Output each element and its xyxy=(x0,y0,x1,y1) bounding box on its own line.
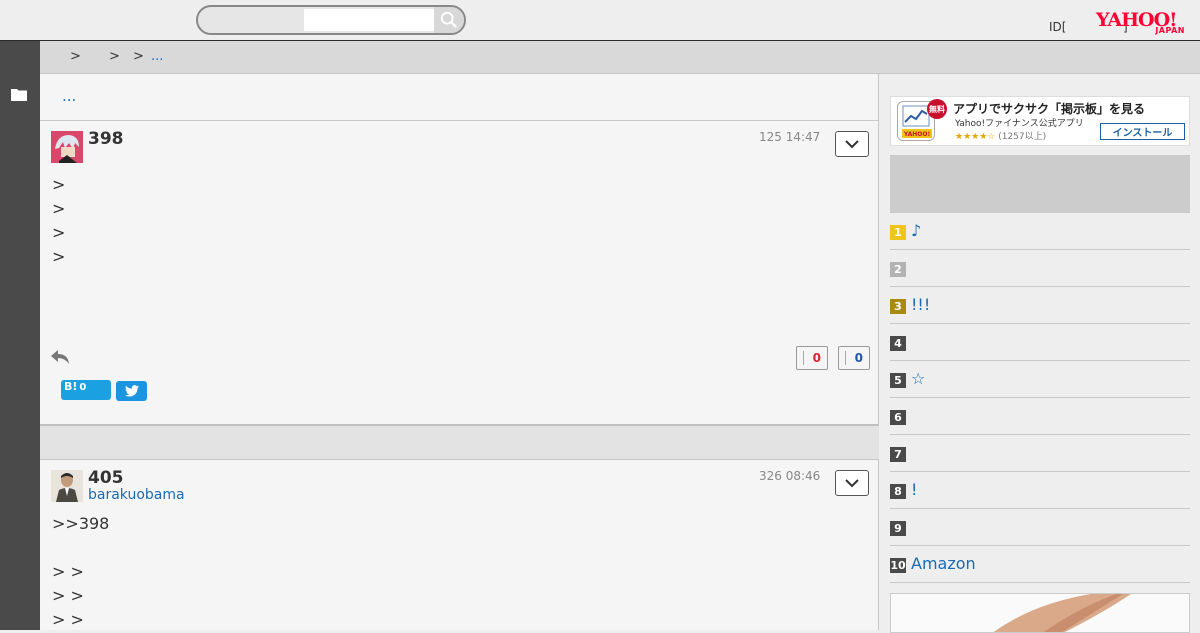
rank-number-badge: 8 xyxy=(890,484,906,499)
like-button[interactable]: 0 xyxy=(796,346,828,370)
post-date: 326 08:46 xyxy=(759,469,821,483)
breadcrumb-current-link[interactable]: ... xyxy=(151,49,163,64)
post-date: 125 14:47 xyxy=(759,130,821,144)
breadcrumb-separator: > xyxy=(133,49,144,64)
review-count: (1257以上) xyxy=(998,132,1047,142)
post-body-line: > > xyxy=(52,562,84,581)
avatar-image xyxy=(51,470,83,502)
right-sidebar: YAHOO! 無料 アプリでサクサク「掲示板」を見る Yahoo!ファイナンス公… xyxy=(880,74,1200,633)
dislike-button[interactable]: 0 xyxy=(838,346,870,370)
hatena-label: B! xyxy=(64,380,78,393)
ranking-header-box xyxy=(890,155,1190,213)
post-body-line: > > xyxy=(52,586,84,605)
avatar-image xyxy=(51,131,83,163)
hatena-bookmark-button[interactable]: B! 0 xyxy=(61,380,111,400)
ranking-item-1[interactable]: 1 ♪ xyxy=(890,213,1190,250)
ranking-item-5[interactable]: 5 ☆ xyxy=(890,361,1190,398)
breadcrumb-separator: > xyxy=(109,49,120,64)
post-body-line: > xyxy=(52,175,66,194)
breadcrumb: > > > ... xyxy=(40,41,1200,74)
rank-number-badge: 3 xyxy=(890,299,906,314)
search-button[interactable] xyxy=(434,7,464,33)
folder-icon[interactable] xyxy=(11,88,27,101)
hatena-count: 0 xyxy=(79,382,87,393)
breadcrumb-separator: > xyxy=(70,49,81,64)
post-menu-button[interactable] xyxy=(835,131,869,157)
ranking-item-8[interactable]: 8! xyxy=(890,472,1190,509)
app-banner-title: アプリでサクサク「掲示板」を見る xyxy=(953,102,1146,116)
twitter-icon xyxy=(124,385,139,397)
rank-title-link[interactable]: !!! xyxy=(911,295,930,314)
post-body-line: > > xyxy=(52,610,84,629)
post-menu-button[interactable] xyxy=(835,470,869,496)
rank-number-badge: 1 xyxy=(890,225,906,240)
svg-text:YAHOO!: YAHOO! xyxy=(903,131,930,138)
post-body-line: > xyxy=(52,199,66,218)
star-rating: ★★★★☆ xyxy=(955,132,996,142)
search-input[interactable] xyxy=(304,9,434,31)
rank-number-badge: 6 xyxy=(890,410,906,425)
ranking-item-9[interactable]: 9 xyxy=(890,509,1190,546)
main-content: ... 398 125 14:47 > > > > 0 0 B! 0 405 b… xyxy=(40,74,879,630)
post-body-line: > xyxy=(52,223,66,242)
ranking-item-7[interactable]: 7 xyxy=(890,435,1190,472)
yahoo-japan-logo[interactable]: YAHOO! JAPAN xyxy=(1096,10,1188,36)
ranking-item-3[interactable]: 3!!! xyxy=(890,287,1190,324)
load-more-link[interactable]: ... xyxy=(62,87,76,105)
rank-title-link[interactable]: Amazon xyxy=(911,554,976,573)
ranking-item-2[interactable]: 2 xyxy=(890,250,1190,287)
app-rating: ★★★★☆ (1257以上) xyxy=(955,129,1046,142)
twitter-share-button[interactable] xyxy=(116,381,147,401)
rank-title-link[interactable]: ☆ xyxy=(911,369,925,388)
rank-number-badge: 7 xyxy=(890,447,906,462)
post-number[interactable]: 405 xyxy=(88,468,124,488)
app-banner-subtitle: Yahoo!ファイナンス公式アプリ xyxy=(955,119,1084,129)
post-body-line: > xyxy=(52,247,66,266)
chevron-down-icon xyxy=(845,478,859,487)
ranking-item-6[interactable]: 6 xyxy=(890,398,1190,435)
ranking-item-4[interactable]: 4 xyxy=(890,324,1190,361)
rank-title-link[interactable]: ! xyxy=(911,480,917,499)
free-badge: 無料 xyxy=(927,99,947,119)
post-number[interactable]: 398 xyxy=(88,129,124,149)
post-body-line: >>398 xyxy=(52,514,110,533)
rank-number-badge: 2 xyxy=(890,262,906,277)
reply-icon[interactable] xyxy=(50,349,70,365)
avatar[interactable] xyxy=(51,131,83,163)
login-id-label[interactable]: ID[ xyxy=(1049,20,1066,34)
logo-sub-text: JAPAN xyxy=(1155,26,1185,35)
post-username-link[interactable]: barakuobama xyxy=(88,487,185,503)
ad-picture xyxy=(993,594,1131,632)
search-icon xyxy=(440,11,457,28)
left-sidebar xyxy=(0,41,40,630)
ad-separator-band xyxy=(40,424,879,460)
install-button[interactable]: インストール xyxy=(1100,123,1185,140)
chevron-down-icon xyxy=(845,139,859,148)
avatar[interactable] xyxy=(51,470,83,502)
divider xyxy=(40,120,879,121)
rank-number-badge: 5 xyxy=(890,373,906,388)
app-install-banner[interactable]: YAHOO! 無料 アプリでサクサク「掲示板」を見る Yahoo!ファイナンス公… xyxy=(890,96,1190,146)
search-box xyxy=(196,5,466,35)
ranking-item-10[interactable]: 10 Amazon xyxy=(890,546,1190,583)
ad-image[interactable] xyxy=(890,593,1190,633)
rank-number-badge: 4 xyxy=(890,336,906,351)
rank-title-link[interactable]: ♪ xyxy=(911,221,921,240)
site-header: ID[ ] YAHOO! JAPAN xyxy=(0,0,1200,41)
rank-number-badge: 9 xyxy=(890,521,906,536)
rank-number-badge: 10 xyxy=(890,558,906,573)
